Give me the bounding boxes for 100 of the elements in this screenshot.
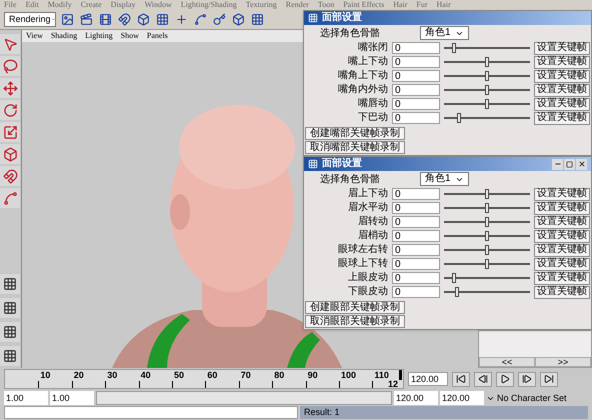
layout-icon[interactable] <box>0 322 20 342</box>
playback-end-field[interactable]: 120.00 <box>394 391 438 405</box>
set-keyframe-button[interactable]: 设置关键帧 <box>534 42 590 54</box>
panel-menu-item[interactable]: Shading <box>50 32 78 40</box>
value-field[interactable]: 0 <box>392 286 440 298</box>
slider-thumb[interactable] <box>485 57 489 67</box>
tool-icon[interactable] <box>0 56 20 76</box>
menu-item[interactable]: Hair <box>393 1 408 9</box>
character-set-dropdown[interactable]: No Character Set <box>486 391 567 405</box>
shelf-tool-icon[interactable] <box>230 12 246 28</box>
tool-icon[interactable] <box>0 122 20 142</box>
value-field[interactable]: 0 <box>392 84 440 96</box>
command-field[interactable] <box>4 406 298 419</box>
slider-thumb[interactable] <box>485 189 489 199</box>
time-slider[interactable]: 10 20 30 40 50 60 70 80 90 100 110 12 <box>4 369 404 389</box>
slider-thumb[interactable] <box>452 43 456 53</box>
panel-menu-item[interactable]: View <box>26 32 43 40</box>
set-keyframe-button[interactable]: 设置关键帧 <box>534 286 590 298</box>
value-field[interactable]: 0 <box>392 202 440 214</box>
record-button[interactable]: 取消嘴部关键帧录制 <box>305 141 405 154</box>
playback-start-field[interactable]: 1.00 <box>50 391 94 405</box>
mode-dropdown[interactable]: Rendering <box>4 12 56 27</box>
shelf-tool-icon[interactable] <box>154 12 170 28</box>
slider-thumb[interactable] <box>485 231 489 241</box>
value-field[interactable]: 0 <box>392 244 440 256</box>
slider-thumb[interactable] <box>485 259 489 269</box>
current-time-marker[interactable] <box>399 370 402 380</box>
set-keyframe-button[interactable]: 设置关键帧 <box>534 56 590 68</box>
tool-icon[interactable] <box>0 78 20 98</box>
slider-thumb[interactable] <box>485 85 489 95</box>
shelf-tool-icon[interactable] <box>59 12 75 28</box>
value-field[interactable]: 0 <box>392 272 440 284</box>
slider-thumb[interactable] <box>485 71 489 81</box>
character-dropdown[interactable]: 角色1 <box>420 26 469 40</box>
layout-icon[interactable] <box>0 298 20 318</box>
value-field[interactable]: 0 <box>392 216 440 228</box>
value-field[interactable]: 0 <box>392 112 440 124</box>
playback-button[interactable] <box>474 372 492 386</box>
shelf-tool-icon[interactable] <box>211 12 227 28</box>
minimize-button[interactable] <box>552 158 563 170</box>
value-field[interactable]: 0 <box>392 230 440 242</box>
menu-item[interactable]: Render <box>286 1 309 9</box>
menu-item[interactable]: Fur <box>416 1 428 9</box>
value-field[interactable]: 0 <box>392 70 440 82</box>
panel-menu-item[interactable]: Lighting <box>85 32 113 40</box>
menu-item[interactable]: Toon <box>318 1 334 9</box>
menu-item[interactable]: Lighting/Shading <box>180 1 237 9</box>
menu-item[interactable]: File <box>4 1 16 9</box>
shelf-tool-icon[interactable] <box>192 12 208 28</box>
set-keyframe-button[interactable]: 设置关键帧 <box>534 112 590 124</box>
start-time-field[interactable]: 1.00 <box>4 391 48 405</box>
end-time-field[interactable]: 120.00 <box>440 391 484 405</box>
set-keyframe-button[interactable]: 设置关键帧 <box>534 258 590 270</box>
value-field[interactable]: 0 <box>392 56 440 68</box>
layout-icon[interactable] <box>0 346 20 366</box>
set-keyframe-button[interactable]: 设置关键帧 <box>534 70 590 82</box>
set-keyframe-button[interactable]: 设置关键帧 <box>534 272 590 284</box>
page-button[interactable]: << <box>479 357 535 367</box>
set-keyframe-button[interactable]: 设置关键帧 <box>534 84 590 96</box>
shelf-tool-icon[interactable] <box>116 12 132 28</box>
set-keyframe-button[interactable]: 设置关键帧 <box>534 230 590 242</box>
layout-icon[interactable] <box>0 274 20 294</box>
record-button[interactable]: 创建眼部关键帧录制 <box>305 301 405 314</box>
playback-button[interactable] <box>496 372 514 386</box>
value-field[interactable]: 0 <box>392 188 440 200</box>
slider-thumb[interactable] <box>452 273 456 283</box>
tool-icon[interactable] <box>0 144 20 164</box>
playback-button[interactable] <box>452 372 470 386</box>
menu-item[interactable]: Texturing <box>246 1 277 9</box>
set-keyframe-button[interactable]: 设置关键帧 <box>534 98 590 110</box>
menu-item[interactable]: Create <box>80 1 102 9</box>
menu-item[interactable]: Paint Effects <box>343 1 384 9</box>
menu-item[interactable]: Window <box>144 1 172 9</box>
value-field[interactable]: 0 <box>392 258 440 270</box>
current-frame-field[interactable]: 120.00 <box>408 372 448 386</box>
maximize-button[interactable] <box>564 158 575 170</box>
shelf-tool-icon[interactable] <box>135 12 151 28</box>
tool-icon[interactable] <box>0 100 20 120</box>
slider-thumb[interactable] <box>485 203 489 213</box>
page-button[interactable]: >> <box>535 357 591 367</box>
panel-menu-item[interactable]: Show <box>120 32 139 40</box>
shelf-tool-icon[interactable] <box>97 12 113 28</box>
slider-thumb[interactable] <box>485 217 489 227</box>
playback-button[interactable] <box>540 372 558 386</box>
shelf-tool-icon[interactable] <box>78 12 94 28</box>
menu-item[interactable]: Edit <box>25 1 39 9</box>
shelf-tool-icon[interactable] <box>249 12 265 28</box>
set-keyframe-button[interactable]: 设置关键帧 <box>534 202 590 214</box>
set-keyframe-button[interactable]: 设置关键帧 <box>534 216 590 228</box>
value-field[interactable]: 0 <box>392 42 440 54</box>
playback-button[interactable] <box>518 372 536 386</box>
slider-thumb[interactable] <box>454 287 459 297</box>
tool-icon[interactable] <box>0 166 20 186</box>
value-field[interactable]: 0 <box>392 98 440 110</box>
menu-item[interactable]: Display <box>110 1 136 9</box>
character-dropdown[interactable]: 角色1 <box>420 172 469 186</box>
close-button[interactable] <box>576 158 587 170</box>
slider-thumb[interactable] <box>485 245 489 255</box>
tool-icon[interactable] <box>0 34 20 54</box>
slider-thumb[interactable] <box>485 99 489 109</box>
